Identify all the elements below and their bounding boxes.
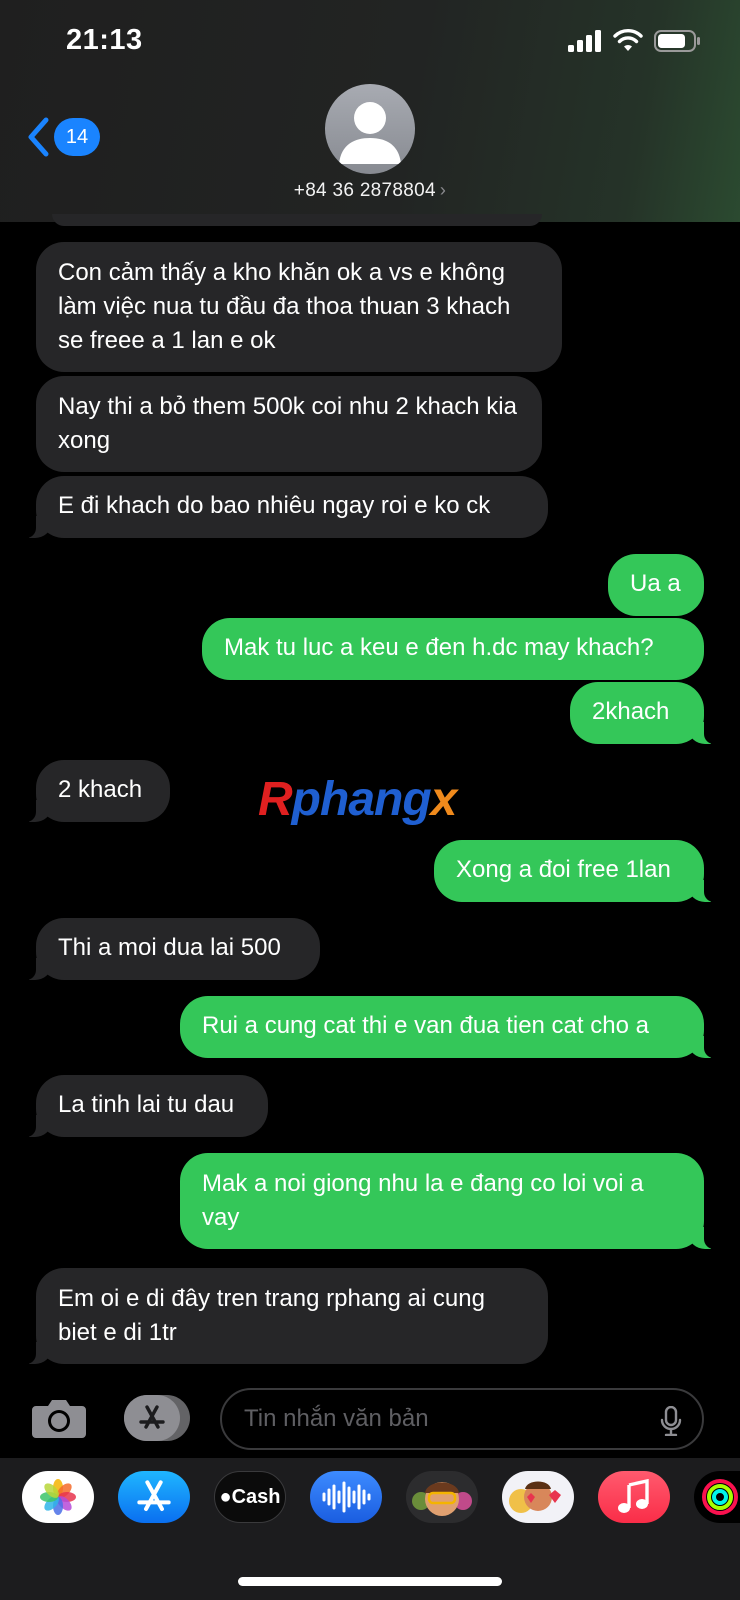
status-bar: 21:13 [0, 0, 740, 80]
apps-button[interactable] [124, 1395, 190, 1441]
home-indicator[interactable] [238, 1577, 502, 1586]
person-icon [339, 102, 401, 164]
message-bubble-outgoing[interactable]: Mak a noi giong nhu la e đang co loi voi… [180, 1153, 716, 1249]
message-text: 2 khach [58, 776, 143, 803]
apple-logo-icon: ● [219, 1485, 232, 1508]
message-bubble-incoming[interactable]: La tinh lai tu dau [24, 1075, 268, 1137]
music-app-icon[interactable] [598, 1471, 670, 1523]
message-bubble-incoming[interactable]: 2 khach [24, 760, 170, 822]
message-text: Mak tu luc a keu e đen h.dc may khach? [224, 634, 654, 661]
camera-button[interactable] [30, 1396, 88, 1440]
message-input[interactable]: Tin nhắn văn bản [220, 1388, 704, 1450]
apple-cash-app-icon[interactable]: ●Cash [214, 1471, 286, 1523]
cellular-signal-icon [568, 30, 601, 52]
contact-name: +84 36 2878804 [293, 180, 436, 201]
message-text: Em oi e di đây tren trang rphang ai cung… [58, 1285, 485, 1346]
message-text: Rui a cung cat thi e van đua tien cat ch… [202, 1012, 649, 1039]
microphone-icon[interactable] [660, 1406, 682, 1436]
back-button[interactable]: 14 [26, 114, 106, 160]
message-text: Ua a [630, 570, 681, 597]
message-bubble-incoming[interactable]: Nay thi a bỏ them 500k coi nhu 2 khach k… [36, 376, 542, 472]
message-bubble-incoming[interactable]: E đi khach do bao nhiêu ngay roi e ko ck [24, 476, 548, 538]
fitness-app-icon[interactable] [694, 1471, 740, 1523]
message-input-placeholder: Tin nhắn văn bản [244, 1405, 429, 1432]
app-store-app-icon[interactable] [118, 1471, 190, 1523]
message-bubble-outgoing[interactable]: Ua a [608, 554, 704, 616]
unread-count-badge: 14 [54, 118, 100, 156]
audio-message-app-icon[interactable] [310, 1471, 382, 1523]
partial-message-bubble [52, 214, 542, 226]
message-text: Xong a đoi free 1lan [456, 856, 671, 883]
contact-avatar[interactable] [325, 84, 415, 174]
message-text: Mak a noi giong nhu la e đang co loi voi… [202, 1170, 644, 1231]
memoji-app-icon[interactable] [406, 1471, 478, 1523]
contact-name-button[interactable]: +84 36 2878804 › [0, 180, 740, 202]
wifi-icon [613, 29, 643, 51]
watermark-logo: Rphangx [258, 773, 457, 826]
message-bubble-outgoing[interactable]: Xong a đoi free 1lan [434, 840, 716, 902]
message-text: Thi a moi dua lai 500 [58, 934, 281, 961]
app-store-icon [124, 1395, 180, 1441]
message-text: Nay thi a bỏ them 500k coi nhu 2 khach k… [58, 393, 517, 454]
message-text: La tinh lai tu dau [58, 1091, 235, 1118]
message-bubble-outgoing[interactable]: Mak tu luc a keu e đen h.dc may khach? [202, 618, 704, 680]
photos-app-icon[interactable] [22, 1471, 94, 1523]
apple-cash-label: ●Cash [219, 1485, 281, 1508]
memoji-stickers-app-icon[interactable] [502, 1471, 574, 1523]
message-bubble-outgoing[interactable]: Rui a cung cat thi e van đua tien cat ch… [180, 996, 716, 1058]
conversation-header: 21:13 14 +84 36 2878804 › [0, 0, 740, 222]
chevron-left-icon [28, 117, 49, 157]
message-bubble-incoming[interactable]: Thi a moi dua lai 500 [24, 918, 320, 980]
message-text: Con cảm thấy a kho khăn ok a vs e không … [58, 259, 511, 354]
battery-icon [654, 30, 700, 52]
chevron-right-icon: › [439, 180, 447, 200]
message-text: 2khach [592, 698, 670, 725]
message-bubble-outgoing[interactable]: 2khach [570, 682, 716, 744]
message-text: E đi khach do bao nhiêu ngay roi e ko ck [58, 492, 491, 519]
status-time: 21:13 [66, 24, 143, 56]
message-bubble-incoming[interactable]: Con cảm thấy a kho khăn ok a vs e không … [36, 242, 562, 372]
message-bubble-incoming[interactable]: Em oi e di đây tren trang rphang ai cung… [24, 1268, 548, 1364]
